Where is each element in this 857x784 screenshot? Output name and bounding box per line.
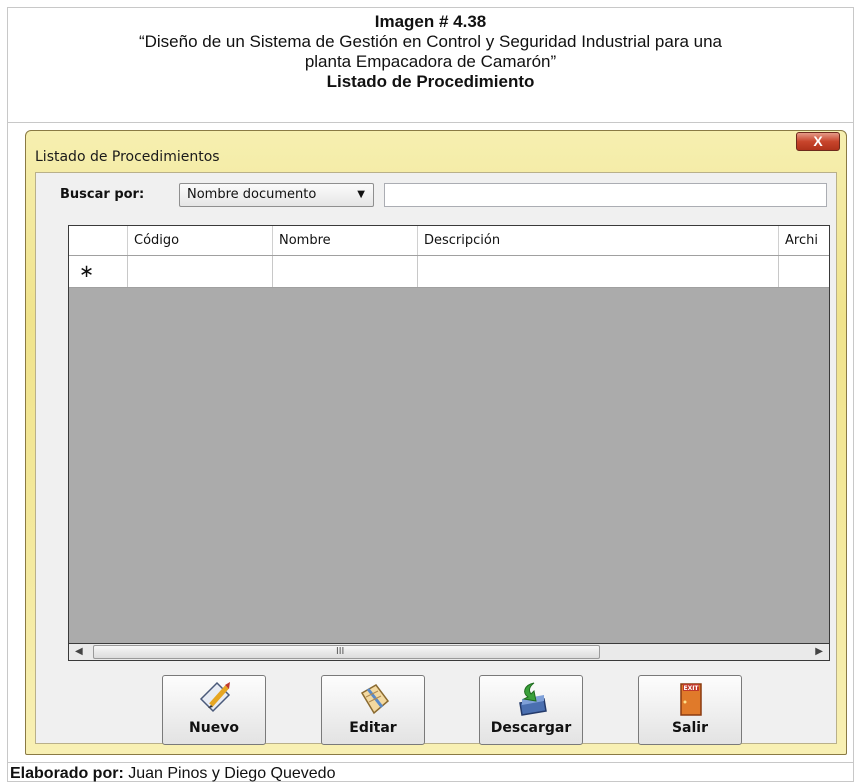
header-codigo[interactable]: Código <box>128 226 273 255</box>
download-button[interactable]: Descargar <box>479 675 583 745</box>
cell-nombre[interactable] <box>273 256 418 287</box>
new-document-pencil-icon <box>199 681 231 713</box>
dropdown-arrow-icon: ▼ <box>357 189 365 200</box>
download-button-label: Descargar <box>490 720 572 736</box>
cell-descripcion[interactable] <box>418 256 779 287</box>
exit-door-icon: EXIT <box>680 683 702 716</box>
new-row-marker-icon: ∗ <box>79 261 95 281</box>
new-button-label: Nuevo <box>189 720 239 736</box>
header-row-selector[interactable] <box>69 226 128 255</box>
exit-sign-text: EXIT <box>683 685 699 692</box>
scrollbar-thumb[interactable]: III <box>93 645 600 659</box>
scroll-right-icon[interactable]: ▶ <box>815 644 823 660</box>
search-field-selected: Nombre documento <box>187 187 317 202</box>
search-by-label: Buscar por: <box>60 187 145 202</box>
exit-button[interactable]: EXIT Salir <box>638 675 742 745</box>
scroll-left-icon[interactable]: ◀ <box>75 644 83 660</box>
figure-title-line1: “Diseño de un Sistema de Gestión en Cont… <box>138 32 723 51</box>
footer-authors: Juan Pinos y Diego Quevedo <box>128 765 336 782</box>
header-nombre[interactable]: Nombre <box>273 226 418 255</box>
scrollbar-grip: III <box>336 646 345 657</box>
figure-caption: Imagen # 4.38 “Diseño de un Sistema de G… <box>8 8 853 123</box>
edit-button-label: Editar <box>349 720 397 736</box>
row-selector[interactable]: ∗ <box>69 256 128 287</box>
footer-label: Elaborado por: <box>10 765 124 782</box>
search-field-select[interactable]: Nombre documento ▼ <box>179 183 374 207</box>
horizontal-scrollbar[interactable]: ◀ III ▶ <box>68 644 830 661</box>
procedures-grid[interactable]: Código Nombre Descripción Archi ∗ <box>68 225 830 644</box>
exit-button-label: Salir <box>671 720 709 736</box>
procedures-window: Listado de Procedimientos X Buscar por: … <box>25 130 847 755</box>
new-button[interactable]: Nuevo <box>162 675 266 745</box>
window-client-area: Buscar por: Nombre documento ▼ Código No… <box>35 172 837 745</box>
figure-title-line2: planta Empacadora de Camarón” <box>304 52 557 71</box>
figure-footer: Elaborado por: Juan Pinos y Diego Queved… <box>10 764 335 784</box>
grid-header: Código Nombre Descripción Archi <box>69 226 829 256</box>
close-button[interactable]: X <box>796 132 840 151</box>
window-title: Listado de Procedimientos <box>35 149 220 165</box>
header-descripcion[interactable]: Descripción <box>418 226 779 255</box>
cell-codigo[interactable] <box>128 256 273 287</box>
figure-label: Imagen # 4.38 <box>374 12 487 31</box>
new-row[interactable]: ∗ <box>69 256 829 288</box>
edit-document-icon <box>360 684 390 715</box>
search-input[interactable] <box>384 183 827 207</box>
figure-subtitle: Listado de Procedimiento <box>326 72 535 91</box>
edit-button[interactable]: Editar <box>321 675 425 745</box>
download-icon <box>519 682 547 716</box>
header-archivo[interactable]: Archi <box>779 226 829 255</box>
cell-archivo[interactable] <box>779 256 829 287</box>
close-icon: X <box>813 133 823 149</box>
